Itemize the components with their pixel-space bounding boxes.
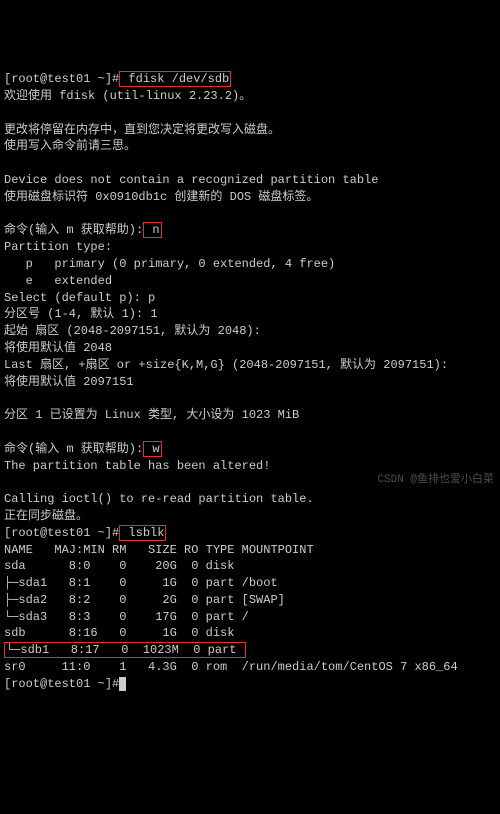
- sdb1-row-highlight: └─sdb1 8:17 0 1023M 0 part: [4, 642, 246, 658]
- line: 分区号 (1-4, 默认 1): 1: [4, 307, 158, 321]
- line: 将使用默认值 2048: [4, 341, 112, 355]
- fdisk-prompt: 命令(输入 m 获取帮助):: [4, 223, 143, 237]
- line: The partition table has been altered!: [4, 459, 270, 473]
- table-row: ├─sda1 8:1 0 1G 0 part /boot: [4, 576, 278, 590]
- n-command-highlight: n: [143, 222, 161, 238]
- fdisk-prompt: 命令(输入 m 获取帮助):: [4, 442, 143, 456]
- line: 起始 扇区 (2048-2097151, 默认为 2048):: [4, 324, 261, 338]
- line: Select (default p): p: [4, 291, 155, 305]
- w-command: w: [145, 442, 159, 456]
- terminal-output[interactable]: [root@test01 ~]# fdisk /dev/sdb 欢迎使用 fdi…: [4, 71, 458, 691]
- csdn-watermark: CSDN @鱼排也爱小白菜: [377, 473, 494, 488]
- table-row: sdb 8:16 0 1G 0 disk: [4, 626, 242, 640]
- cursor[interactable]: [119, 677, 126, 691]
- fdisk-command: fdisk /dev/sdb: [121, 72, 229, 86]
- prompt: [root@test01 ~]#: [4, 677, 119, 691]
- lsblk-command: lsblk: [121, 526, 164, 540]
- prompt: [root@test01 ~]#: [4, 72, 119, 86]
- line: Device does not contain a recognized par…: [4, 173, 378, 187]
- line: 更改将停留在内存中，直到您决定将更改写入磁盘。: [4, 123, 280, 137]
- line: e extended: [4, 274, 112, 288]
- n-command: n: [145, 223, 159, 237]
- table-row: sr0 11:0 1 4.3G 0 rom /run/media/tom/Cen…: [4, 660, 458, 674]
- table-row: └─sda3 8:3 0 17G 0 part /: [4, 610, 249, 624]
- line: 分区 1 已设置为 Linux 类型, 大小设为 1023 MiB: [4, 408, 299, 422]
- table-row: sda 8:0 0 20G 0 disk: [4, 559, 242, 573]
- line: 正在同步磁盘。: [4, 509, 88, 523]
- line: Last 扇区, +扇区 or +size{K,M,G} (2048-20971…: [4, 358, 448, 372]
- table-row: └─sdb1 8:17 0 1023M 0 part: [6, 643, 244, 657]
- lsblk-command-highlight: lsblk: [119, 525, 166, 541]
- line: 使用写入命令前请三思。: [4, 139, 136, 153]
- line: p primary (0 primary, 0 extended, 4 free…: [4, 257, 335, 271]
- w-command-highlight: w: [143, 441, 161, 457]
- prompt: [root@test01 ~]#: [4, 526, 119, 540]
- line: Calling ioctl() to re-read partition tab…: [4, 492, 314, 506]
- fdisk-command-highlight: fdisk /dev/sdb: [119, 71, 231, 87]
- lsblk-header: NAME MAJ:MIN RM SIZE RO TYPE MOUNTPOINT: [4, 543, 314, 557]
- line: 欢迎使用 fdisk (util-linux 2.23.2)。: [4, 89, 251, 103]
- line: Partition type:: [4, 240, 112, 254]
- line: 将使用默认值 2097151: [4, 375, 134, 389]
- table-row: ├─sda2 8:2 0 2G 0 part [SWAP]: [4, 593, 285, 607]
- line: 使用磁盘标识符 0x0910db1c 创建新的 DOS 磁盘标签。: [4, 190, 318, 204]
